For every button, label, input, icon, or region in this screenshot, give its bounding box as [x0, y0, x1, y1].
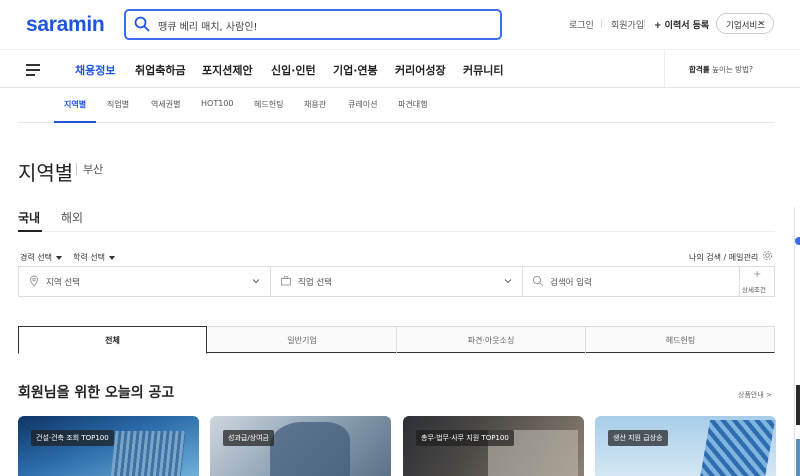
- subnav-curation[interactable]: 큐레이션: [348, 99, 377, 110]
- card-image: [270, 422, 350, 476]
- chevron-down-icon: [758, 20, 765, 25]
- subnav-active-indicator: [54, 121, 96, 123]
- education-select-label: 학력 선택: [73, 253, 105, 262]
- login-link[interactable]: 로그인: [569, 18, 594, 31]
- side-banner-image: [796, 439, 800, 476]
- search-placeholder: 땡큐 베리 매치, 사람인!: [158, 22, 258, 33]
- nav-item-company-salary[interactable]: 기업·연봉: [333, 62, 378, 78]
- chevron-down-icon: [252, 279, 260, 284]
- card-badge: 건설·건축 조회 TOP100: [31, 430, 114, 446]
- page-title: 지역별: [18, 161, 74, 185]
- section-title: 회원님을 위한 오늘의 공고: [18, 385, 175, 401]
- subnav-job[interactable]: 직업별: [107, 99, 129, 110]
- nav-item-position-offer[interactable]: 포지션제안: [202, 62, 253, 78]
- keyword-input[interactable]: 검색어 입력: [523, 267, 740, 296]
- job-card[interactable]: 성과급/상여금: [210, 416, 391, 476]
- subnav-divider: [18, 122, 775, 123]
- product-info-link[interactable]: 상품안내 >: [738, 390, 772, 400]
- subnav-hot100[interactable]: HOT100: [201, 99, 233, 108]
- company-type-tabs: 전체 일반기업 파견·아웃소싱 헤드헌팅: [18, 326, 775, 354]
- tab-overseas[interactable]: 해외: [61, 209, 83, 226]
- plus-icon: +: [753, 269, 762, 280]
- keyword-placeholder: 검색어 입력: [550, 278, 592, 288]
- top-header: saramin 땡큐 베리 매치, 사람인! 로그인 회원가입 + 이력서 등록…: [0, 0, 800, 50]
- subnav-dispatch[interactable]: 파견대행: [398, 99, 427, 110]
- my-search-link[interactable]: 나의 검색 / 메일관리: [689, 252, 758, 263]
- gear-icon[interactable]: [762, 250, 773, 261]
- region-select[interactable]: 지역 선택: [19, 267, 271, 296]
- career-select-label: 경력 선택: [20, 253, 52, 262]
- side-panel-indicator[interactable]: [795, 237, 800, 245]
- job-card[interactable]: 총무·법무·사무 지원 TOP100: [403, 416, 584, 476]
- detail-condition-label: 상세조건: [742, 286, 766, 294]
- subnav-station[interactable]: 역세권별: [151, 99, 180, 110]
- nav-item-bonus[interactable]: 취업축하금: [135, 62, 186, 78]
- logo-text: saramin: [26, 13, 105, 36]
- nav-item-career[interactable]: 커리어성장: [395, 62, 446, 78]
- chevron-down-icon: [504, 279, 512, 284]
- segment-general[interactable]: 일반기업: [208, 327, 397, 353]
- career-select[interactable]: 경력 선택: [20, 252, 62, 263]
- corp-service-button[interactable]: 기업서비스: [716, 13, 774, 34]
- location-pin-icon: [30, 275, 38, 287]
- detail-condition-button[interactable]: + 상세조건: [740, 267, 775, 296]
- nav-item-intern[interactable]: 신입·인턴: [271, 62, 316, 78]
- job-card[interactable]: 생산 지원 급상승: [595, 416, 776, 476]
- job-select-label: 직업 선택: [298, 278, 332, 288]
- sub-nav: 지역별 직업별 역세권별 HOT100 헤드헌팅 채용관 큐레이션 파견대행: [0, 88, 800, 123]
- nav-item-jobs[interactable]: 채용정보: [75, 62, 115, 78]
- pass-rate-tip-text: 합격률 높이는 방법?: [689, 65, 753, 74]
- building-image: [699, 420, 776, 476]
- tab-active-indicator: [18, 230, 42, 232]
- side-banner-image: [796, 385, 800, 425]
- region-select-label: 지역 선택: [46, 278, 80, 288]
- segment-headhunting[interactable]: 헤드헌팅: [586, 327, 775, 353]
- tabs-divider: [18, 231, 775, 232]
- resume-register-link[interactable]: + 이력서 등록: [643, 18, 709, 31]
- subnav-recruit-hall[interactable]: 채용관: [304, 99, 326, 110]
- main-search-input[interactable]: 땡큐 베리 매치, 사람인!: [124, 9, 502, 40]
- search-icon: [532, 275, 544, 287]
- card-badge: 성과급/상여금: [223, 430, 274, 446]
- caret-down-icon: [55, 255, 62, 260]
- card-badge: 생산 지원 급상승: [608, 430, 668, 446]
- job-select[interactable]: 직업 선택: [271, 267, 523, 296]
- tab-domestic[interactable]: 국내: [18, 209, 40, 226]
- subnav-headhunting[interactable]: 헤드헌팅: [254, 99, 283, 110]
- side-panel-edge: [794, 207, 800, 476]
- search-icon: [134, 16, 150, 32]
- job-card[interactable]: 건설·건축 조회 TOP100: [18, 416, 199, 476]
- briefcase-icon: [281, 276, 291, 286]
- segment-all[interactable]: 전체: [18, 326, 207, 354]
- segment-outsourcing[interactable]: 파견·아웃소싱: [397, 327, 586, 353]
- subnav-region[interactable]: 지역별: [64, 99, 86, 110]
- saramin-logo[interactable]: saramin: [26, 13, 105, 37]
- title-divider: [76, 163, 77, 175]
- pass-rate-tip[interactable]: 합격률 높이는 방법?: [664, 50, 800, 87]
- education-select[interactable]: 학력 선택: [73, 252, 115, 263]
- signup-link[interactable]: 회원가입: [600, 18, 644, 31]
- job-search-bar: 지역 선택 직업 선택 검색어 입력 + 상세조건: [18, 266, 775, 297]
- main-nav: 채용정보 취업축하금 포지션제안 신입·인턴 기업·연봉 커리어성장 커뮤니티 …: [0, 50, 800, 88]
- card-badge: 총무·법무·사무 지원 TOP100: [416, 430, 514, 446]
- menu-icon[interactable]: [26, 64, 40, 76]
- caret-down-icon: [108, 255, 115, 260]
- nav-item-community[interactable]: 커뮤니티: [463, 62, 503, 78]
- building-image: [110, 431, 186, 476]
- page-subtitle: 부산: [83, 163, 104, 176]
